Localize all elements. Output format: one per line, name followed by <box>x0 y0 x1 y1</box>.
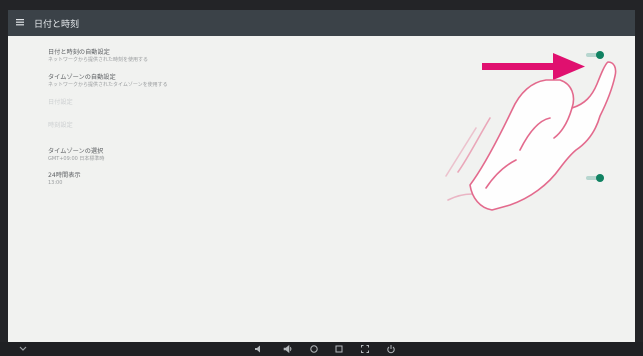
back-icon[interactable] <box>18 344 28 354</box>
system-navigation-bar <box>0 342 643 356</box>
swipe-arrow-icon <box>482 53 585 80</box>
home-icon[interactable] <box>309 344 319 354</box>
gesture-overlay <box>445 53 617 211</box>
volume-down-icon[interactable] <box>254 344 264 354</box>
power-icon[interactable] <box>386 344 396 354</box>
tablet-device: 日付と時刻 日付と時刻の自動設定 ネットワークから提供された時刻を使用する タイ… <box>0 0 643 356</box>
screenshot-icon[interactable] <box>360 344 370 354</box>
volume-up-icon[interactable] <box>283 344 293 354</box>
recents-icon[interactable] <box>334 344 344 354</box>
hand-pointer-icon <box>445 61 617 211</box>
